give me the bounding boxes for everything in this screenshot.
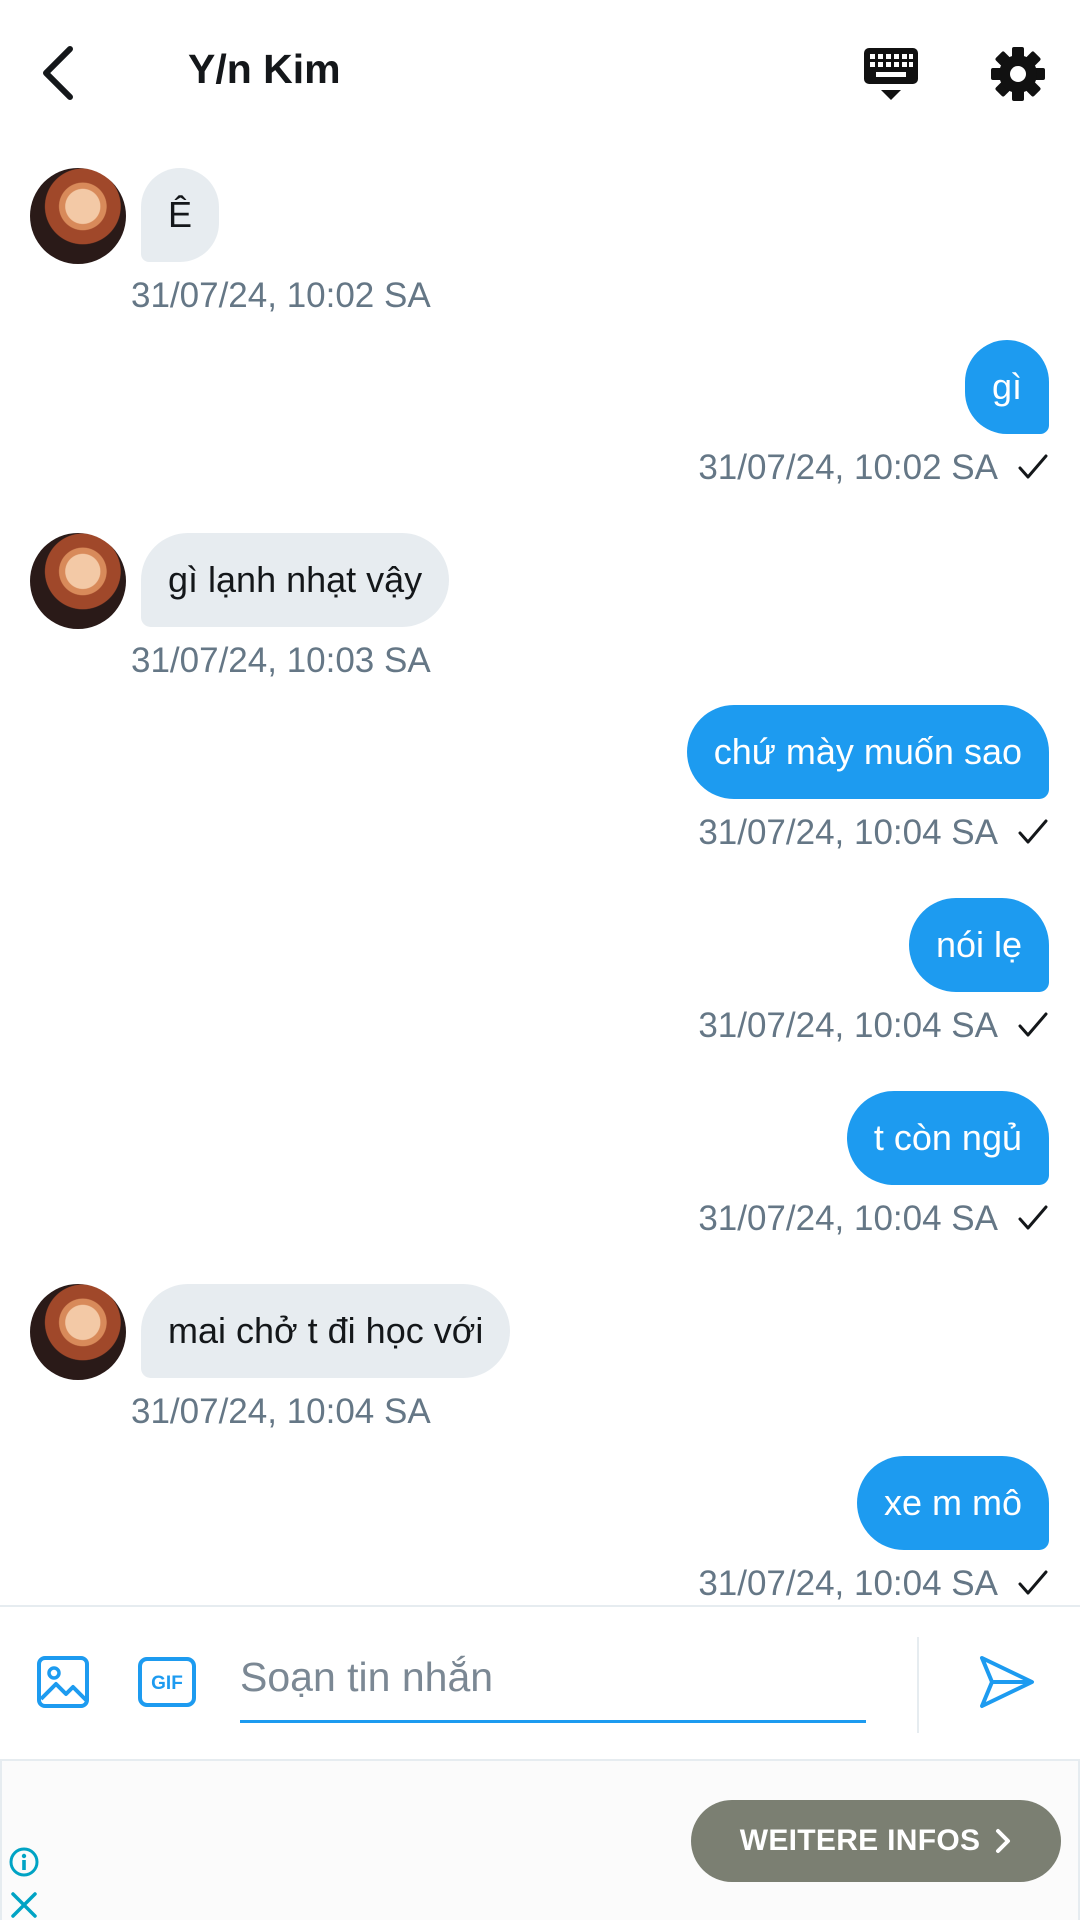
message-timestamp: 31/07/24, 10:03 SA — [131, 641, 431, 680]
info-icon — [9, 1847, 39, 1877]
close-icon — [11, 1892, 37, 1918]
message-timestamp: 31/07/24, 10:02 SA — [698, 448, 998, 487]
add-gif-button[interactable]: GIF — [138, 1657, 196, 1707]
chat-header: Y/n Kim — [0, 0, 1080, 150]
message-list[interactable]: Ê 31/07/24, 10:02 SA gì 31/07/24, 10:02 … — [0, 150, 1080, 1605]
chevron-right-icon — [996, 1829, 1011, 1853]
message-bubble[interactable]: Ê — [141, 168, 220, 262]
settings-button[interactable] — [988, 44, 1048, 104]
message-timestamp: 31/07/24, 10:04 SA — [131, 1392, 431, 1431]
ad-cta-label: WEITERE INFOS — [739, 1824, 981, 1857]
message-timestamp: 31/07/24, 10:04 SA — [698, 813, 998, 852]
chevron-left-icon — [43, 46, 73, 100]
ad-banner[interactable]: WEITERE INFOS — [0, 1759, 1080, 1920]
sent-check-icon — [1018, 1570, 1048, 1595]
gif-label: GIF — [151, 1673, 183, 1694]
message-timestamp: 31/07/24, 10:04 SA — [698, 1564, 998, 1603]
message-composer: GIF — [0, 1605, 1080, 1759]
message-timestamp: 31/07/24, 10:02 SA — [131, 276, 431, 315]
gear-icon — [991, 47, 1045, 101]
message-bubble[interactable]: nói lẹ — [908, 898, 1049, 992]
avatar[interactable] — [30, 533, 126, 629]
sent-check-icon — [1018, 1205, 1048, 1230]
add-image-button[interactable] — [36, 1655, 90, 1709]
sent-check-icon — [1018, 454, 1048, 479]
keyboard-button[interactable] — [862, 46, 920, 104]
message-bubble[interactable]: mai chở t đi học với — [141, 1284, 511, 1378]
gif-icon: GIF — [138, 1657, 196, 1707]
message-bubble[interactable]: t còn ngủ — [846, 1091, 1049, 1185]
avatar[interactable] — [30, 1284, 126, 1380]
send-button[interactable] — [978, 1653, 1036, 1711]
message-bubble[interactable]: chứ mày muốn sao — [686, 705, 1049, 799]
message-bubble[interactable]: gì lạnh nhạt vậy — [141, 533, 450, 627]
image-icon — [37, 1656, 89, 1708]
ad-close-button[interactable] — [8, 1889, 40, 1920]
back-button[interactable] — [30, 38, 86, 108]
keyboard-icon — [864, 48, 918, 100]
chat-title: Y/n Kim — [188, 46, 341, 92]
avatar[interactable] — [30, 168, 126, 264]
ad-info-button[interactable] — [8, 1846, 40, 1878]
ad-cta-button[interactable]: WEITERE INFOS — [691, 1800, 1061, 1882]
send-icon — [980, 1656, 1034, 1708]
message-timestamp: 31/07/24, 10:04 SA — [698, 1199, 998, 1238]
composer-divider — [917, 1637, 919, 1733]
message-input[interactable] — [240, 1635, 866, 1723]
message-timestamp: 31/07/24, 10:04 SA — [698, 1006, 998, 1045]
message-bubble[interactable]: gì — [964, 340, 1049, 434]
sent-check-icon — [1018, 819, 1048, 844]
message-bubble[interactable]: xe m mô — [856, 1456, 1049, 1550]
sent-check-icon — [1018, 1012, 1048, 1037]
